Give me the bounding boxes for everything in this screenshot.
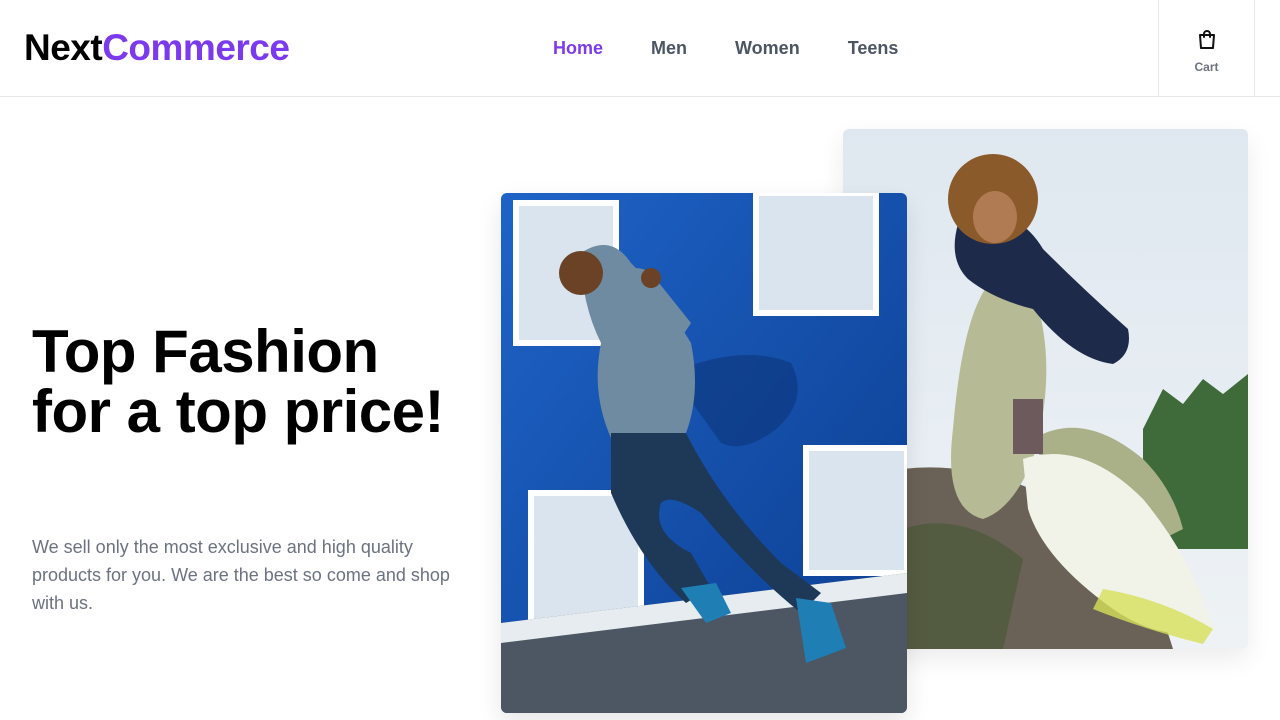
hero-title: Top Fashion for a top price!: [32, 318, 445, 445]
brand-logo-part1: Next: [24, 27, 103, 68]
site-header: NextCommerce Home Men Women Teens Cart: [0, 0, 1280, 97]
main-nav: Home Men Women Teens: [553, 36, 898, 60]
brand-logo[interactable]: NextCommerce: [24, 26, 290, 70]
cart-button[interactable]: Cart: [1158, 0, 1255, 97]
shopping-bag-icon: [1198, 29, 1215, 49]
nav-item-women[interactable]: Women: [735, 36, 800, 60]
hero-image-man: [501, 193, 907, 713]
nav-item-home[interactable]: Home: [553, 36, 603, 60]
nav-item-teens[interactable]: Teens: [848, 36, 899, 60]
nav-item-men[interactable]: Men: [651, 36, 687, 60]
cart-label: Cart: [1194, 59, 1219, 74]
hero-description: We sell only the most exclusive and high…: [32, 537, 450, 613]
brand-logo-part2: Commerce: [102, 27, 290, 68]
